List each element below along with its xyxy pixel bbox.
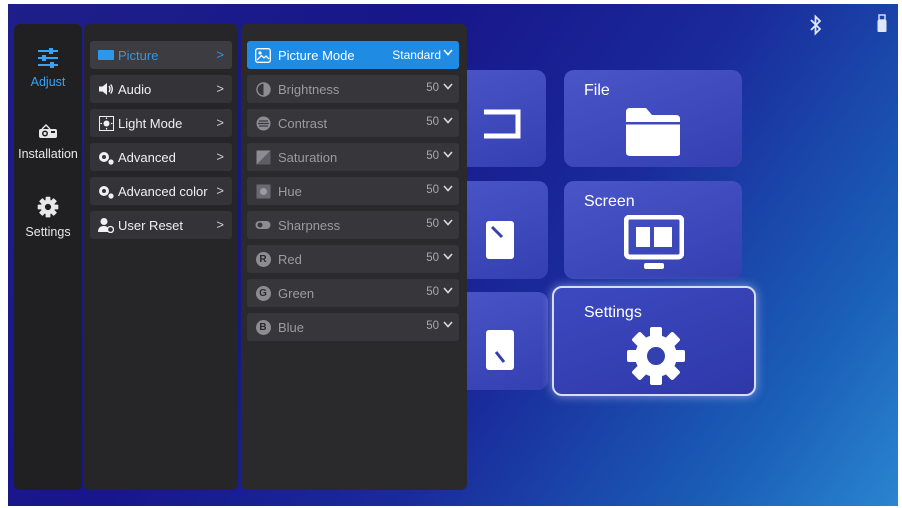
menu-item-label: Advanced color bbox=[118, 183, 208, 199]
setting-value: 50 bbox=[426, 218, 439, 230]
chevron-down-icon[interactable] bbox=[443, 252, 453, 263]
sharpness-setting[interactable]: Sharpness 50 bbox=[247, 211, 459, 239]
nav-item-installation[interactable]: Installation bbox=[14, 124, 82, 161]
menu-item-label: Audio bbox=[118, 81, 152, 97]
gear-icon bbox=[624, 324, 688, 393]
tile-label: File bbox=[584, 82, 610, 99]
chevron-right-icon: > bbox=[216, 81, 224, 96]
picture-mode-value: Standard bbox=[392, 48, 441, 62]
chevron-right-icon: > bbox=[216, 149, 224, 164]
setting-label: Red bbox=[278, 251, 302, 267]
blue-letter: B bbox=[255, 319, 271, 335]
setting-label: Contrast bbox=[278, 115, 328, 131]
blue-icon: B bbox=[255, 319, 271, 335]
tile-settings[interactable]: Settings bbox=[552, 286, 756, 396]
menu-item-user-reset[interactable]: User Reset > bbox=[90, 211, 232, 239]
setting-label: Saturation bbox=[278, 149, 338, 165]
contrast-icon bbox=[255, 115, 271, 131]
color-gears-icon bbox=[98, 183, 114, 199]
hue-setting[interactable]: Hue 50 bbox=[247, 177, 459, 205]
picture-mode-label: Picture Mode bbox=[278, 47, 355, 63]
setting-value: 50 bbox=[426, 116, 439, 128]
speaker-icon bbox=[98, 81, 114, 97]
setting-value: 50 bbox=[426, 82, 439, 94]
nav-item-settings[interactable]: Settings bbox=[14, 196, 82, 239]
setting-label: Sharpness bbox=[278, 217, 341, 233]
chevron-right-icon: > bbox=[216, 115, 224, 130]
screen-icon bbox=[623, 214, 685, 278]
green-setting[interactable]: G Green 50 bbox=[247, 279, 459, 307]
projector-screen: File Screen Settings Adjust Installation… bbox=[8, 4, 898, 506]
chevron-down-icon[interactable] bbox=[443, 286, 453, 297]
red-setting[interactable]: R Red 50 bbox=[247, 245, 459, 273]
gears-icon bbox=[98, 149, 114, 165]
chevron-right-icon: > bbox=[216, 47, 224, 62]
sharpness-icon bbox=[255, 217, 271, 233]
nav-panel: Adjust Installation Settings bbox=[14, 24, 82, 490]
contrast-setting[interactable]: Contrast 50 bbox=[247, 109, 459, 137]
setting-label: Hue bbox=[278, 183, 302, 199]
red-icon: R bbox=[255, 251, 271, 267]
menu-item-picture[interactable]: Picture > bbox=[90, 41, 232, 69]
menu-item-label: Advanced bbox=[118, 149, 176, 165]
folder-icon bbox=[624, 106, 682, 163]
setting-value: 50 bbox=[426, 320, 439, 332]
menu-item-light-mode[interactable]: Light Mode > bbox=[90, 109, 232, 137]
tile-label: Screen bbox=[584, 193, 635, 210]
picture-mode-dropdown[interactable]: Picture Mode Standard bbox=[247, 41, 459, 69]
menu-panel: Picture > Audio > Light Mode > Advanced … bbox=[84, 24, 238, 490]
usb-icon[interactable] bbox=[876, 14, 888, 39]
saturation-setting[interactable]: Saturation 50 bbox=[247, 143, 459, 171]
setting-value: 50 bbox=[426, 286, 439, 298]
picture-settings-panel: Picture Mode Standard Brightness 50 Cont… bbox=[241, 24, 467, 490]
brightness-icon bbox=[255, 81, 271, 97]
light-icon bbox=[98, 115, 114, 131]
tile-file[interactable]: File bbox=[564, 70, 742, 167]
menu-item-label: Picture bbox=[118, 47, 159, 63]
chevron-down-icon[interactable] bbox=[443, 116, 453, 127]
picture-mode-icon bbox=[255, 47, 271, 63]
brightness-setting[interactable]: Brightness 50 bbox=[247, 75, 459, 103]
chevron-down-icon[interactable] bbox=[443, 218, 453, 229]
green-letter: G bbox=[255, 285, 271, 301]
nav-label: Settings bbox=[25, 225, 71, 239]
bluetooth-icon[interactable] bbox=[808, 14, 824, 41]
chevron-right-icon: > bbox=[216, 183, 224, 198]
tile-label: Settings bbox=[584, 304, 642, 321]
blue-setting[interactable]: B Blue 50 bbox=[247, 313, 459, 341]
picture-icon bbox=[98, 47, 114, 63]
chevron-down-icon[interactable] bbox=[443, 82, 453, 93]
menu-item-label: User Reset bbox=[118, 217, 184, 233]
chevron-right-icon: > bbox=[216, 217, 224, 232]
chevron-down-icon bbox=[443, 48, 453, 59]
gear-icon bbox=[14, 196, 82, 221]
menu-item-audio[interactable]: Audio > bbox=[90, 75, 232, 103]
menu-item-advanced[interactable]: Advanced > bbox=[90, 143, 232, 171]
green-icon: G bbox=[255, 285, 271, 301]
setting-label: Brightness bbox=[278, 81, 340, 97]
nav-label: Installation bbox=[18, 147, 78, 161]
projector-icon bbox=[14, 124, 82, 143]
nav-label: Adjust bbox=[30, 75, 66, 89]
user-reset-icon bbox=[98, 217, 114, 233]
menu-item-advanced-color[interactable]: Advanced color > bbox=[90, 177, 232, 205]
setting-value: 50 bbox=[426, 184, 439, 196]
setting-value: 50 bbox=[426, 252, 439, 264]
saturation-icon bbox=[255, 149, 271, 165]
setting-label: Blue bbox=[278, 319, 305, 335]
tile-screen[interactable]: Screen bbox=[564, 181, 742, 279]
red-letter: R bbox=[255, 251, 271, 267]
chevron-down-icon[interactable] bbox=[443, 184, 453, 195]
hue-icon bbox=[255, 183, 271, 199]
setting-label: Green bbox=[278, 285, 315, 301]
nav-item-adjust[interactable]: Adjust bbox=[14, 48, 82, 89]
sliders-icon bbox=[14, 48, 82, 71]
chevron-down-icon[interactable] bbox=[443, 150, 453, 161]
menu-item-label: Light Mode bbox=[118, 115, 183, 131]
setting-value: 50 bbox=[426, 150, 439, 162]
chevron-down-icon[interactable] bbox=[443, 320, 453, 331]
